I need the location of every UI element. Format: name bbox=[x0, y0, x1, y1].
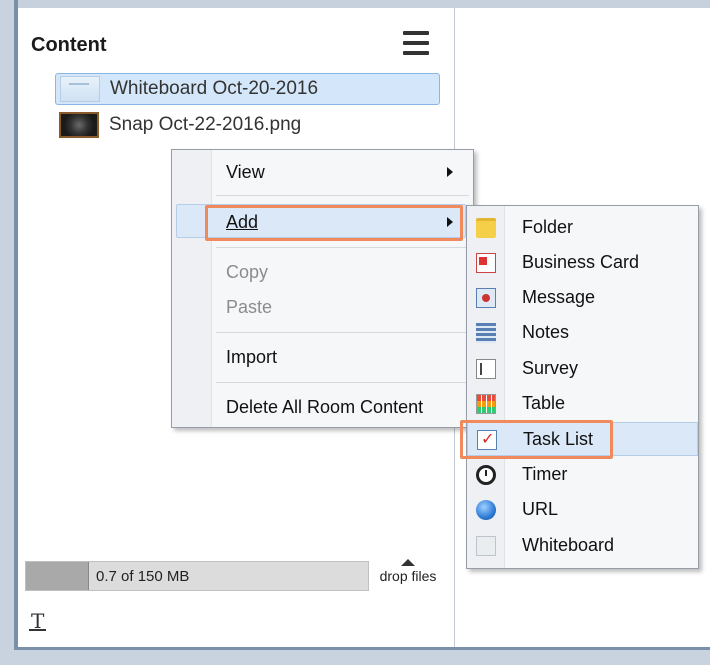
whiteboard-icon bbox=[476, 536, 496, 556]
menu-item-label: View bbox=[226, 162, 265, 182]
submenu-item-folder[interactable]: Folder bbox=[467, 211, 698, 245]
storage-usage-text: 0.7 of 150 MB bbox=[96, 568, 190, 585]
submenu-item-label: Notes bbox=[522, 322, 570, 342]
timer-icon bbox=[476, 465, 496, 485]
submenu-item-label: Business Card bbox=[522, 252, 640, 272]
submenu-item-whiteboard[interactable]: Whiteboard bbox=[467, 529, 698, 563]
folder-icon bbox=[476, 218, 496, 238]
context-menu-gutter bbox=[172, 150, 212, 427]
menu-item-label: Import bbox=[226, 347, 278, 367]
submenu-item-business-card[interactable]: Business Card bbox=[467, 246, 698, 280]
upload-arrow-icon bbox=[401, 559, 415, 566]
window-left-frame bbox=[0, 0, 14, 665]
task-list-highlight-outline bbox=[460, 420, 613, 459]
menu-item-label: Delete All Room Content bbox=[226, 397, 424, 417]
menu-separator bbox=[216, 382, 469, 383]
business-card-icon bbox=[476, 253, 496, 273]
content-item-label: Whiteboard Oct-20-2016 bbox=[110, 78, 319, 99]
menu-separator bbox=[216, 195, 469, 196]
add-submenu: Folder Business Card Message Notes Surve… bbox=[466, 205, 699, 569]
notes-icon bbox=[476, 323, 496, 343]
context-menu: View Add Copy Paste Import Delete All Ro… bbox=[171, 149, 474, 428]
menu-item-delete-all-room-content[interactable]: Delete All Room Content bbox=[226, 397, 423, 418]
window-bottom-frame bbox=[0, 650, 710, 665]
menu-item-view[interactable]: View bbox=[226, 162, 265, 183]
menu-item-label: Copy bbox=[226, 262, 269, 282]
menu-item-label: Paste bbox=[226, 297, 273, 317]
image-thumbnail-icon bbox=[59, 112, 99, 138]
menu-item-import[interactable]: Import bbox=[226, 347, 277, 368]
submenu-item-table[interactable]: Table bbox=[467, 387, 698, 421]
submenu-item-label: Survey bbox=[522, 358, 579, 378]
storage-usage-fill bbox=[26, 562, 89, 590]
add-highlight-outline bbox=[205, 205, 463, 241]
submenu-item-label: Message bbox=[522, 287, 596, 307]
table-icon bbox=[476, 394, 496, 414]
submenu-item-label: Whiteboard bbox=[522, 535, 615, 555]
submenu-item-label: URL bbox=[522, 499, 559, 519]
submenu-item-notes[interactable]: Notes bbox=[467, 316, 698, 350]
submenu-item-label: Timer bbox=[522, 464, 568, 484]
drop-files-button[interactable]: drop files bbox=[373, 559, 443, 584]
hamburger-menu-icon[interactable] bbox=[403, 31, 429, 55]
window-top-edge bbox=[0, 0, 710, 8]
survey-icon bbox=[476, 359, 496, 379]
content-item-label: Snap Oct-22-2016.png bbox=[109, 114, 302, 135]
message-icon bbox=[476, 288, 496, 308]
content-item-snap[interactable]: Snap Oct-22-2016.png bbox=[55, 109, 355, 141]
submenu-item-label: Folder bbox=[522, 217, 574, 237]
submenu-item-url[interactable]: URL bbox=[467, 493, 698, 527]
menu-item-paste[interactable]: Paste bbox=[226, 297, 272, 318]
menu-separator bbox=[216, 247, 469, 248]
submenu-item-survey[interactable]: Survey bbox=[467, 352, 698, 386]
whiteboard-thumbnail-icon bbox=[60, 76, 100, 102]
menu-separator bbox=[216, 332, 469, 333]
menu-item-copy[interactable]: Copy bbox=[226, 262, 268, 283]
submenu-item-timer[interactable]: Timer bbox=[467, 458, 698, 492]
drop-files-label: drop files bbox=[379, 568, 437, 584]
panel-title: Content bbox=[31, 34, 107, 56]
submenu-item-label: Table bbox=[522, 393, 566, 413]
submenu-item-message[interactable]: Message bbox=[467, 281, 698, 315]
url-icon bbox=[476, 500, 496, 520]
content-item-whiteboard[interactable]: Whiteboard Oct-20-2016 bbox=[55, 73, 440, 105]
submenu-arrow-icon bbox=[447, 167, 453, 177]
storage-usage-bar: 0.7 of 150 MB bbox=[25, 561, 369, 591]
text-tool-icon[interactable]: T bbox=[28, 609, 47, 633]
